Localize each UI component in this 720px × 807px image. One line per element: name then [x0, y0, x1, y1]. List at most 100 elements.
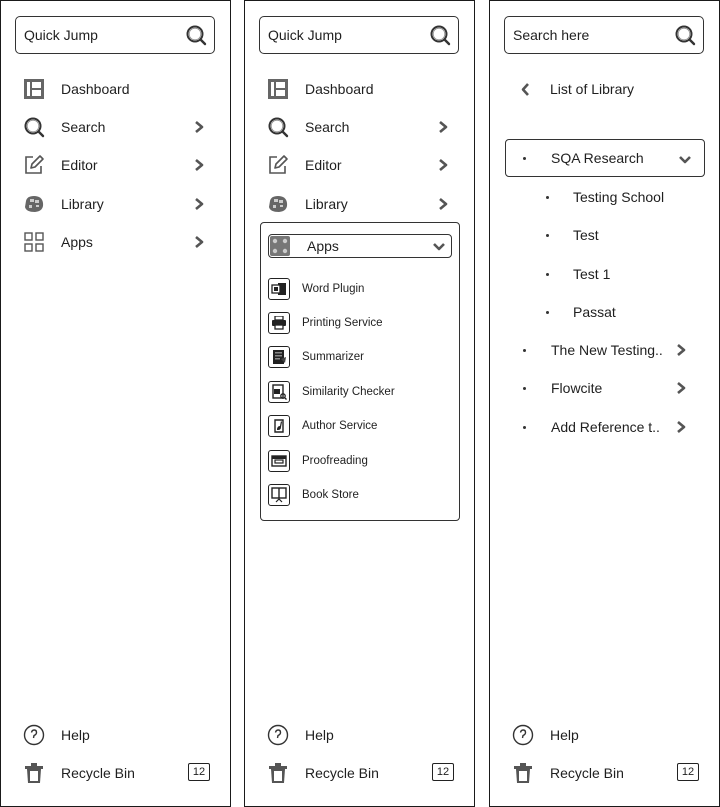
sidebar-panel-library: List of Library SQA Research Testing Sch…	[489, 0, 720, 807]
tree-label: Test 1	[573, 266, 611, 282]
nav-item-editor[interactable]: Editor	[267, 152, 457, 178]
chevron-right-icon	[194, 120, 204, 134]
library-search[interactable]	[504, 16, 704, 54]
sidebar-panel-apps-expanded: Dashboard Search Editor Library Apps	[244, 0, 475, 807]
bullet	[546, 196, 549, 199]
nav-label: Editor	[305, 157, 342, 173]
bullet	[546, 311, 549, 314]
nav-item-apps[interactable]: Apps	[23, 229, 213, 255]
apps-grid-icon	[24, 232, 44, 252]
recycle-bin-link[interactable]: Recycle Bin 12	[267, 760, 457, 786]
recycle-bin-link[interactable]: Recycle Bin 12	[512, 760, 702, 786]
help-link[interactable]: Help	[512, 722, 702, 748]
apps-toggle[interactable]: Apps	[268, 234, 452, 258]
chevron-down-icon	[678, 155, 692, 164]
bullet	[523, 387, 526, 390]
app-label: Word Plugin	[302, 283, 365, 295]
tree-item-sqa-research[interactable]: SQA Research	[505, 139, 705, 177]
word-plugin-icon	[268, 278, 290, 300]
recycle-count-badge: 12	[677, 763, 699, 781]
app-label: Book Store	[302, 489, 359, 501]
nav-item-search[interactable]: Search	[267, 114, 457, 140]
chevron-right-icon	[438, 120, 448, 134]
app-item-proofreading[interactable]: Proofreading	[268, 449, 453, 473]
dashboard-icon	[268, 79, 288, 99]
library-icon	[25, 196, 44, 212]
chevron-right-icon	[438, 158, 448, 172]
library-search-input[interactable]	[513, 27, 663, 43]
nav-item-search[interactable]: Search	[23, 114, 213, 140]
nav-item-dashboard[interactable]: Dashboard	[23, 76, 213, 102]
search-icon[interactable]	[185, 24, 207, 46]
chevron-left-icon	[521, 83, 529, 96]
app-item-book-store[interactable]: Book Store	[268, 483, 453, 507]
recycle-count-badge: 12	[432, 763, 454, 781]
help-icon	[267, 724, 289, 746]
library-icon	[269, 196, 288, 212]
chevron-right-icon	[194, 197, 204, 211]
tree-item-add-reference[interactable]: Add Reference t..	[505, 413, 705, 451]
author-service-icon	[268, 415, 290, 437]
tree-child-testing-school[interactable]: Testing School	[505, 183, 705, 221]
app-label: Similarity Checker	[302, 386, 395, 398]
quick-jump-input[interactable]	[268, 27, 418, 43]
app-item-author-service[interactable]: Author Service	[268, 414, 453, 438]
back-to-list-of-library[interactable]: List of Library	[518, 77, 698, 101]
help-link[interactable]: Help	[267, 722, 457, 748]
nav-item-dashboard[interactable]: Dashboard	[267, 76, 457, 102]
summarizer-icon	[268, 346, 290, 368]
nav-label: Dashboard	[305, 81, 374, 97]
sidebar-panel-collapsed: Dashboard Search Editor Library Apps Hel…	[0, 0, 231, 807]
proofreading-icon	[268, 450, 290, 472]
dashboard-icon	[24, 79, 44, 99]
tree-label: Test	[573, 227, 599, 243]
nav-item-library[interactable]: Library	[23, 191, 213, 217]
tree-item-the-new-testing[interactable]: The New Testing..	[505, 336, 705, 374]
tree-child-test[interactable]: Test	[505, 221, 705, 259]
tree-child-test-1[interactable]: Test 1	[505, 260, 705, 298]
chevron-down-icon	[432, 242, 446, 251]
app-label: Author Service	[302, 420, 378, 432]
help-label: Help	[61, 727, 90, 743]
nav-item-editor[interactable]: Editor	[23, 152, 213, 178]
nav-label: Editor	[61, 157, 98, 173]
help-link[interactable]: Help	[23, 722, 213, 748]
tree-label: Testing School	[573, 189, 665, 205]
app-item-similarity-checker[interactable]: Similarity Checker	[268, 380, 453, 404]
app-label: Summarizer	[302, 351, 364, 363]
app-item-summarizer[interactable]: Summarizer	[268, 345, 453, 369]
recycle-bin-label: Recycle Bin	[550, 765, 624, 781]
bullet	[523, 426, 526, 429]
quick-jump-search[interactable]	[15, 16, 215, 54]
help-icon	[512, 724, 534, 746]
chevron-right-icon	[676, 420, 686, 434]
tree-child-passat[interactable]: Passat	[505, 298, 705, 336]
quick-jump-search[interactable]	[259, 16, 459, 54]
search-icon[interactable]	[429, 24, 451, 46]
recycle-bin-label: Recycle Bin	[61, 765, 135, 781]
tree-item-flowcite[interactable]: Flowcite	[505, 374, 705, 412]
app-item-word-plugin[interactable]: Word Plugin	[268, 277, 453, 301]
quick-jump-input[interactable]	[24, 27, 174, 43]
book-store-icon	[268, 484, 290, 506]
back-label: List of Library	[550, 81, 635, 97]
similarity-checker-icon	[268, 381, 290, 403]
recycle-count-badge: 12	[188, 763, 210, 781]
chevron-right-icon	[676, 381, 686, 395]
app-item-printing-service[interactable]: Printing Service	[268, 311, 453, 335]
search-icon[interactable]	[674, 24, 696, 46]
recycle-bin-link[interactable]: Recycle Bin 12	[23, 760, 213, 786]
trash-icon	[514, 763, 532, 783]
nav-label: Library	[305, 196, 348, 212]
edit-icon	[269, 155, 288, 174]
trash-icon	[25, 763, 43, 783]
nav-item-library[interactable]: Library	[267, 191, 457, 217]
bullet	[523, 349, 526, 352]
trash-icon	[269, 763, 287, 783]
help-label: Help	[550, 727, 579, 743]
search-icon	[268, 117, 289, 138]
apps-label: Apps	[307, 238, 339, 254]
search-icon	[24, 117, 45, 138]
tree-label: Add Reference t..	[551, 419, 660, 435]
tree-label: SQA Research	[551, 150, 644, 166]
